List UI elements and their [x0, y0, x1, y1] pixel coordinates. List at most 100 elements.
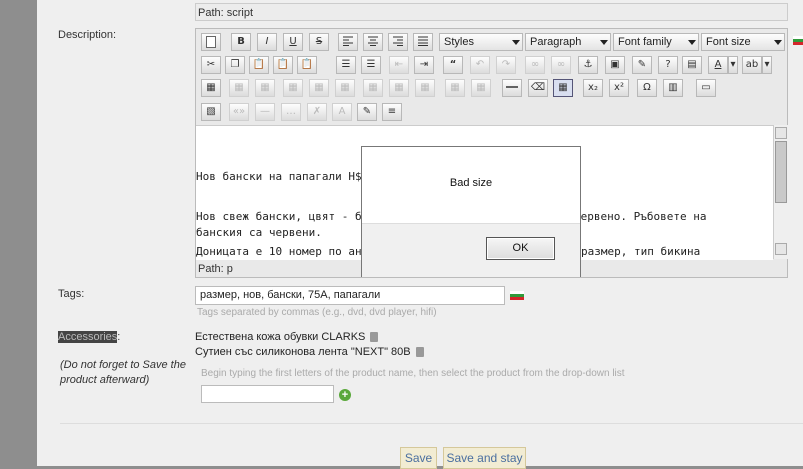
acronym-icon[interactable]: … [281, 103, 301, 121]
background-color-icon[interactable]: ab [742, 56, 762, 74]
visual-aid-icon[interactable]: ▦ [553, 79, 573, 97]
abbreviation-icon[interactable]: — [255, 103, 275, 121]
font-family-dropdown[interactable]: Font family [613, 33, 699, 51]
cite-icon[interactable]: «» [229, 103, 249, 121]
deletion-icon[interactable]: ✗ [307, 103, 327, 121]
strikethrough-button[interactable]: S [309, 33, 329, 51]
cleanup-icon[interactable]: ✎ [632, 56, 652, 74]
accessories-label-text: Accessories [58, 331, 118, 343]
font-family-dropdown-label: Font family [618, 36, 672, 48]
editor-line: банския са червени. [196, 226, 322, 239]
anchor-icon[interactable]: ⚓ [578, 56, 598, 74]
styleprops-icon[interactable]: ≡ [382, 103, 402, 121]
help-icon[interactable]: ? [658, 56, 678, 74]
align-left-icon[interactable] [338, 33, 358, 51]
accessories-label-colon: : [117, 331, 121, 343]
scroll-down-icon[interactable] [775, 243, 787, 255]
chevron-down-icon [600, 40, 608, 45]
accessories-label: Accessories: [58, 331, 120, 343]
ok-button[interactable]: OK [486, 237, 555, 260]
language-flag-icon[interactable] [793, 36, 803, 45]
background-color-dropdown-icon[interactable]: ▾ [762, 56, 772, 74]
subscript-icon[interactable]: x₂ [583, 79, 603, 97]
accessory-item-label: Естествена кожа обувки CLARKS [195, 331, 366, 343]
merge-cells-icon[interactable]: ▦ [471, 79, 491, 97]
remove-format-icon[interactable]: ⌫ [528, 79, 548, 97]
text-color-icon[interactable]: A [708, 56, 728, 74]
chevron-down-icon [512, 40, 520, 45]
numbered-list-icon[interactable]: ☰ [361, 56, 381, 74]
text-color-dropdown-icon[interactable]: ▾ [728, 56, 738, 74]
paragraph-dropdown[interactable]: Paragraph [525, 33, 611, 51]
bold-button[interactable]: B [231, 33, 251, 51]
accessory-item: Естествена кожа обувки CLARKS [195, 331, 379, 343]
scrollbar-thumb[interactable] [775, 141, 787, 203]
language-flag-icon[interactable] [510, 291, 524, 300]
editor-line: Нов бански на папагали H$M [196, 170, 369, 183]
insert-row-before-icon[interactable]: ▦ [283, 79, 303, 97]
paste-text-icon[interactable]: 📋 [273, 56, 293, 74]
add-icon[interactable]: + [339, 389, 351, 401]
font-size-dropdown-label: Font size [706, 36, 751, 48]
insert-col-after-icon[interactable]: ▦ [389, 79, 409, 97]
delete-row-icon[interactable]: ▦ [335, 79, 355, 97]
styles-dropdown-label: Styles [444, 36, 474, 48]
special-character-icon[interactable]: Ω [637, 79, 657, 97]
bullet-list-icon[interactable]: ☰ [336, 56, 356, 74]
align-justify-icon[interactable] [413, 33, 433, 51]
copy-icon[interactable]: ❐ [225, 56, 245, 74]
redo-icon[interactable]: ↷ [496, 56, 516, 74]
blockquote-icon[interactable]: “ [443, 56, 463, 74]
cut-icon[interactable]: ✂ [201, 56, 221, 74]
trash-icon[interactable] [415, 347, 424, 358]
paste-word-icon[interactable]: 📋 [297, 56, 317, 74]
path-bar-script: Path: script [195, 3, 788, 21]
indent-icon[interactable]: ⇥ [414, 56, 434, 74]
alert-dialog: Bad size OK [361, 146, 581, 277]
italic-button[interactable]: I [257, 33, 277, 51]
superscript-icon[interactable]: x² [609, 79, 629, 97]
description-label: Description: [58, 29, 117, 41]
new-document-icon[interactable] [201, 33, 221, 51]
chevron-down-icon [774, 40, 782, 45]
align-right-icon[interactable] [388, 33, 408, 51]
align-center-icon[interactable] [363, 33, 383, 51]
scroll-up-icon[interactable] [775, 127, 787, 139]
accessory-search-input[interactable] [201, 385, 334, 403]
font-size-dropdown[interactable]: Font size [701, 33, 785, 51]
fullscreen-icon[interactable]: ▭ [696, 79, 716, 97]
insert-table-icon[interactable]: ▦ [201, 79, 221, 97]
accessory-item: Сутиен със силиконова лента "NEXT" 80B [195, 346, 424, 358]
outdent-icon[interactable]: ⇤ [389, 56, 409, 74]
tags-input[interactable]: размер, нов, бански, 75A, папагали [195, 286, 505, 305]
delete-col-icon[interactable]: ▦ [415, 79, 435, 97]
accessory-item-label: Сутиен със силиконова лента "NEXT" 80B [195, 346, 411, 358]
insert-layer-icon[interactable]: ▧ [201, 103, 221, 121]
undo-icon[interactable]: ↶ [470, 56, 490, 74]
insert-col-before-icon[interactable]: ▦ [363, 79, 383, 97]
horizontal-rule-icon[interactable] [502, 79, 522, 97]
tags-hint: Tags separated by commas (e.g., dvd, dvd… [197, 307, 437, 318]
split-cells-icon[interactable]: ▦ [445, 79, 465, 97]
trash-icon[interactable] [370, 332, 379, 343]
unlink-icon[interactable]: ∞ [551, 56, 571, 74]
accessories-search-hint: Begin typing the first letters of the pr… [201, 368, 625, 379]
paste-icon[interactable]: 📋 [249, 56, 269, 74]
table-cell-props-icon[interactable]: ▦ [255, 79, 275, 97]
attributes-icon[interactable]: ✎ [357, 103, 377, 121]
chevron-down-icon [688, 40, 696, 45]
styles-dropdown[interactable]: Styles [439, 33, 523, 51]
insert-row-after-icon[interactable]: ▦ [309, 79, 329, 97]
underline-button[interactable]: U [283, 33, 303, 51]
divider [60, 423, 803, 424]
insertion-icon[interactable]: A [332, 103, 352, 121]
table-row-props-icon[interactable]: ▦ [229, 79, 249, 97]
editor-line: червено. Ръбовете на [574, 210, 707, 223]
paragraph-dropdown-label: Paragraph [530, 36, 582, 48]
link-icon[interactable]: ∞ [525, 56, 545, 74]
media-icon[interactable]: ▥ [663, 79, 683, 97]
image-icon[interactable]: ▣ [605, 56, 625, 74]
alert-footer: OK [362, 223, 580, 277]
editor-scrollbar[interactable] [773, 125, 788, 259]
html-source-icon[interactable]: ▤ [682, 56, 702, 74]
